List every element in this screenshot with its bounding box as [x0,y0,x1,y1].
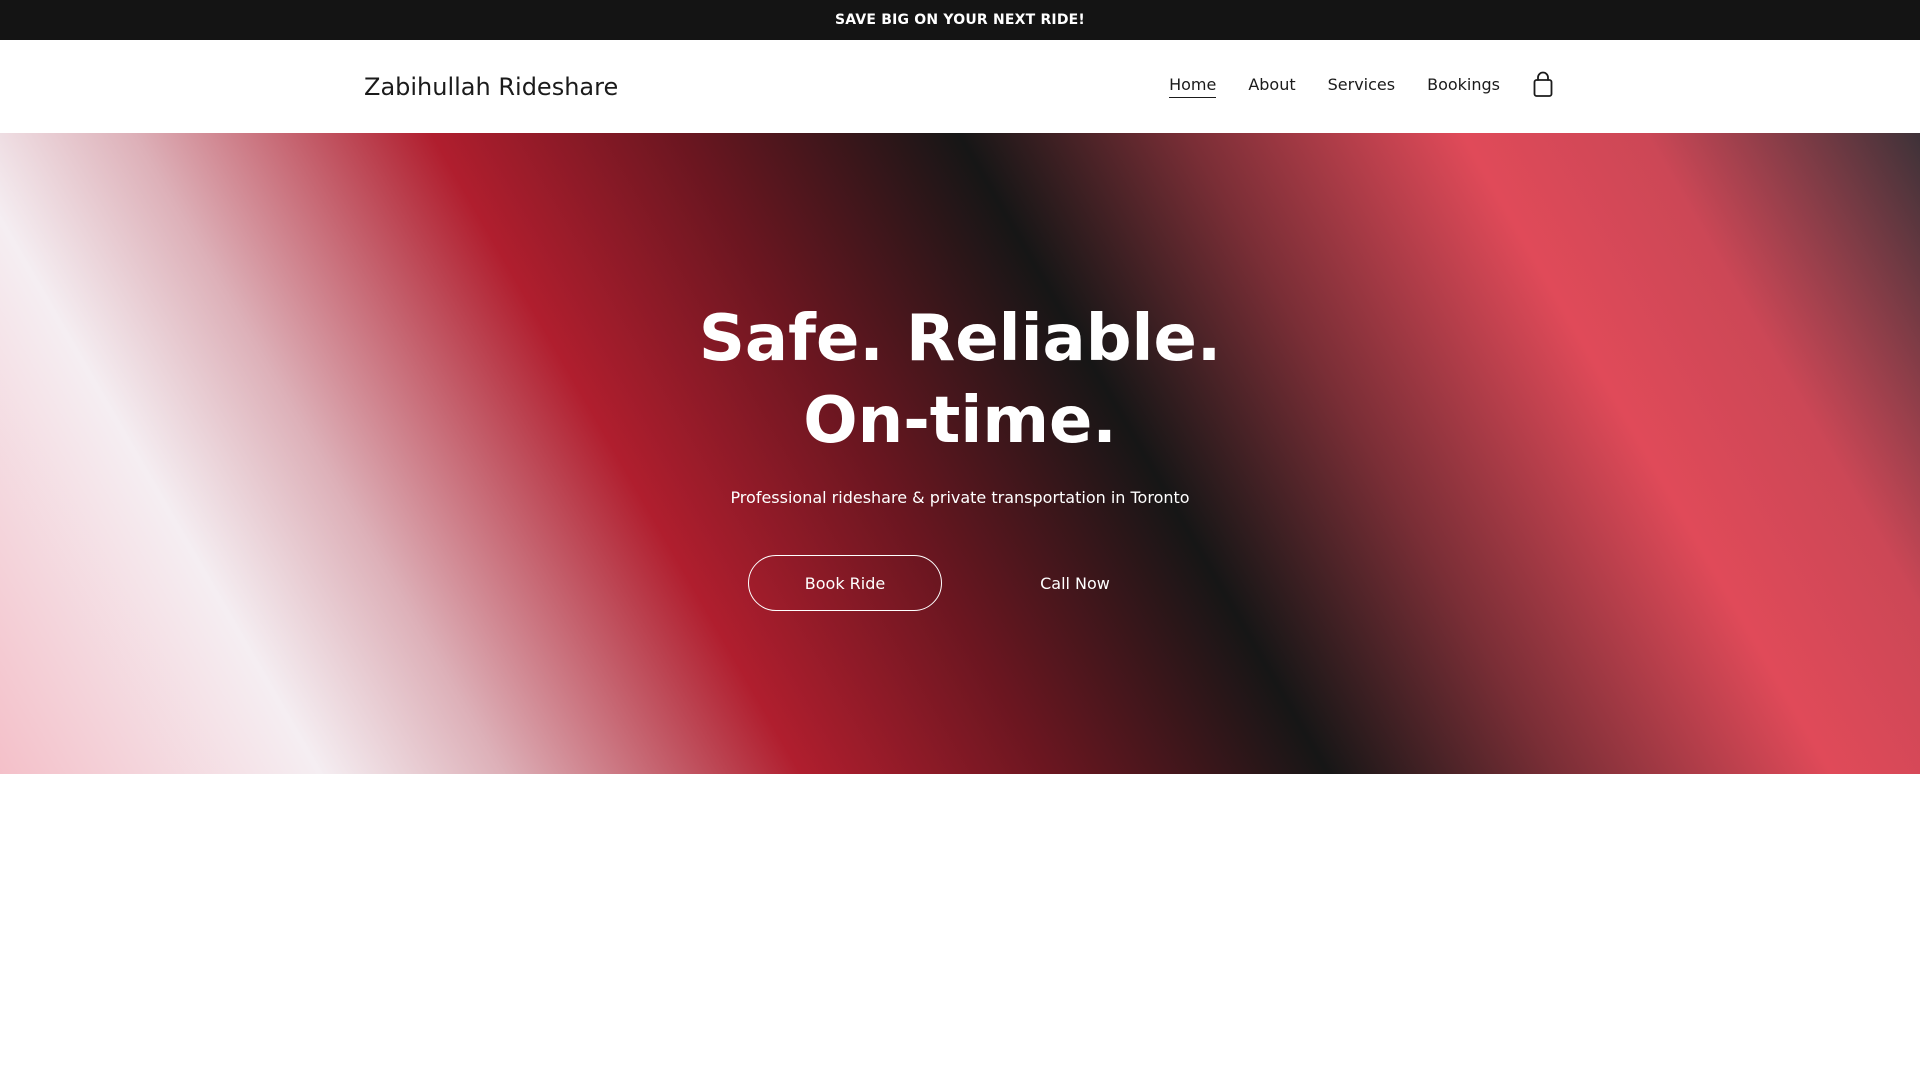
hero-section: Safe. Reliable. On-time. Professional ri… [0,133,1920,774]
hero-actions: Book Ride Call Now [748,555,1172,611]
nav-home[interactable]: Home [1169,75,1217,98]
nav-about[interactable]: About [1248,75,1295,98]
call-now-button[interactable]: Call Now [978,555,1172,611]
nav-services[interactable]: Services [1328,75,1395,98]
announcement-text: SAVE BIG ON YOUR NEXT RIDE! [835,12,1085,28]
shopping-bag-icon[interactable] [1530,71,1556,99]
brand-logo[interactable]: Zabihullah Rideshare [364,40,618,133]
announcement-bar: SAVE BIG ON YOUR NEXT RIDE! [0,0,1920,40]
content-area [0,774,1920,1080]
book-ride-button[interactable]: Book Ride [748,555,942,611]
hero-subtitle: Professional rideshare & private transpo… [730,488,1190,507]
site-header: Zabihullah Rideshare Home About Services… [0,40,1920,133]
hero-title: Safe. Reliable. On-time. [698,302,1222,458]
main-nav: Home About Services Bookings [1169,40,1500,133]
nav-bookings[interactable]: Bookings [1427,75,1500,98]
hero-content: Safe. Reliable. On-time. Professional ri… [0,133,1920,774]
